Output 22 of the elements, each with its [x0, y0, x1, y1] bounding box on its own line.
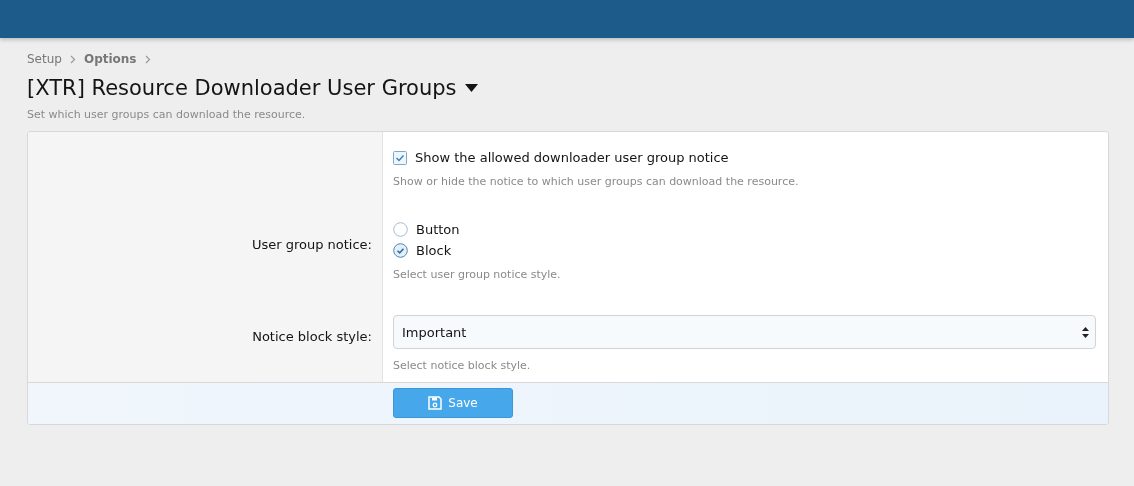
field-hint: Select user group notice style.: [393, 268, 562, 281]
breadcrumb-link[interactable]: Options: [83, 52, 137, 66]
page-title: [XTR] Resource Downloader User Groups: [27, 76, 457, 100]
field-label: User group notice:: [251, 237, 372, 252]
select-field[interactable]: Important: [393, 315, 1096, 349]
checkbox-label: Show the allowed downloader user group notice: [415, 150, 729, 165]
radio-label: Button: [416, 222, 460, 237]
field-label: Notice block style:: [252, 329, 372, 344]
save-icon: [428, 396, 443, 410]
radio-label: Block: [416, 243, 452, 258]
chevron-right-icon: [69, 54, 76, 64]
sort-arrows-icon: [1082, 326, 1089, 338]
page-description: Set which user groups can download the resource.: [27, 108, 307, 121]
caret-down-icon[interactable]: [464, 84, 478, 92]
radio-button[interactable]: [393, 222, 408, 237]
checkbox[interactable]: [393, 150, 407, 165]
field-hint: Show or hide the notice to which user groups can download the resource.: [393, 175, 800, 188]
save-button[interactable]: Save: [393, 388, 513, 418]
radio-button[interactable]: [393, 243, 408, 258]
chevron-right-icon: [144, 54, 151, 64]
field-hint: Select notice block style.: [393, 359, 532, 372]
breadcrumb-link[interactable]: Setup: [27, 52, 62, 66]
